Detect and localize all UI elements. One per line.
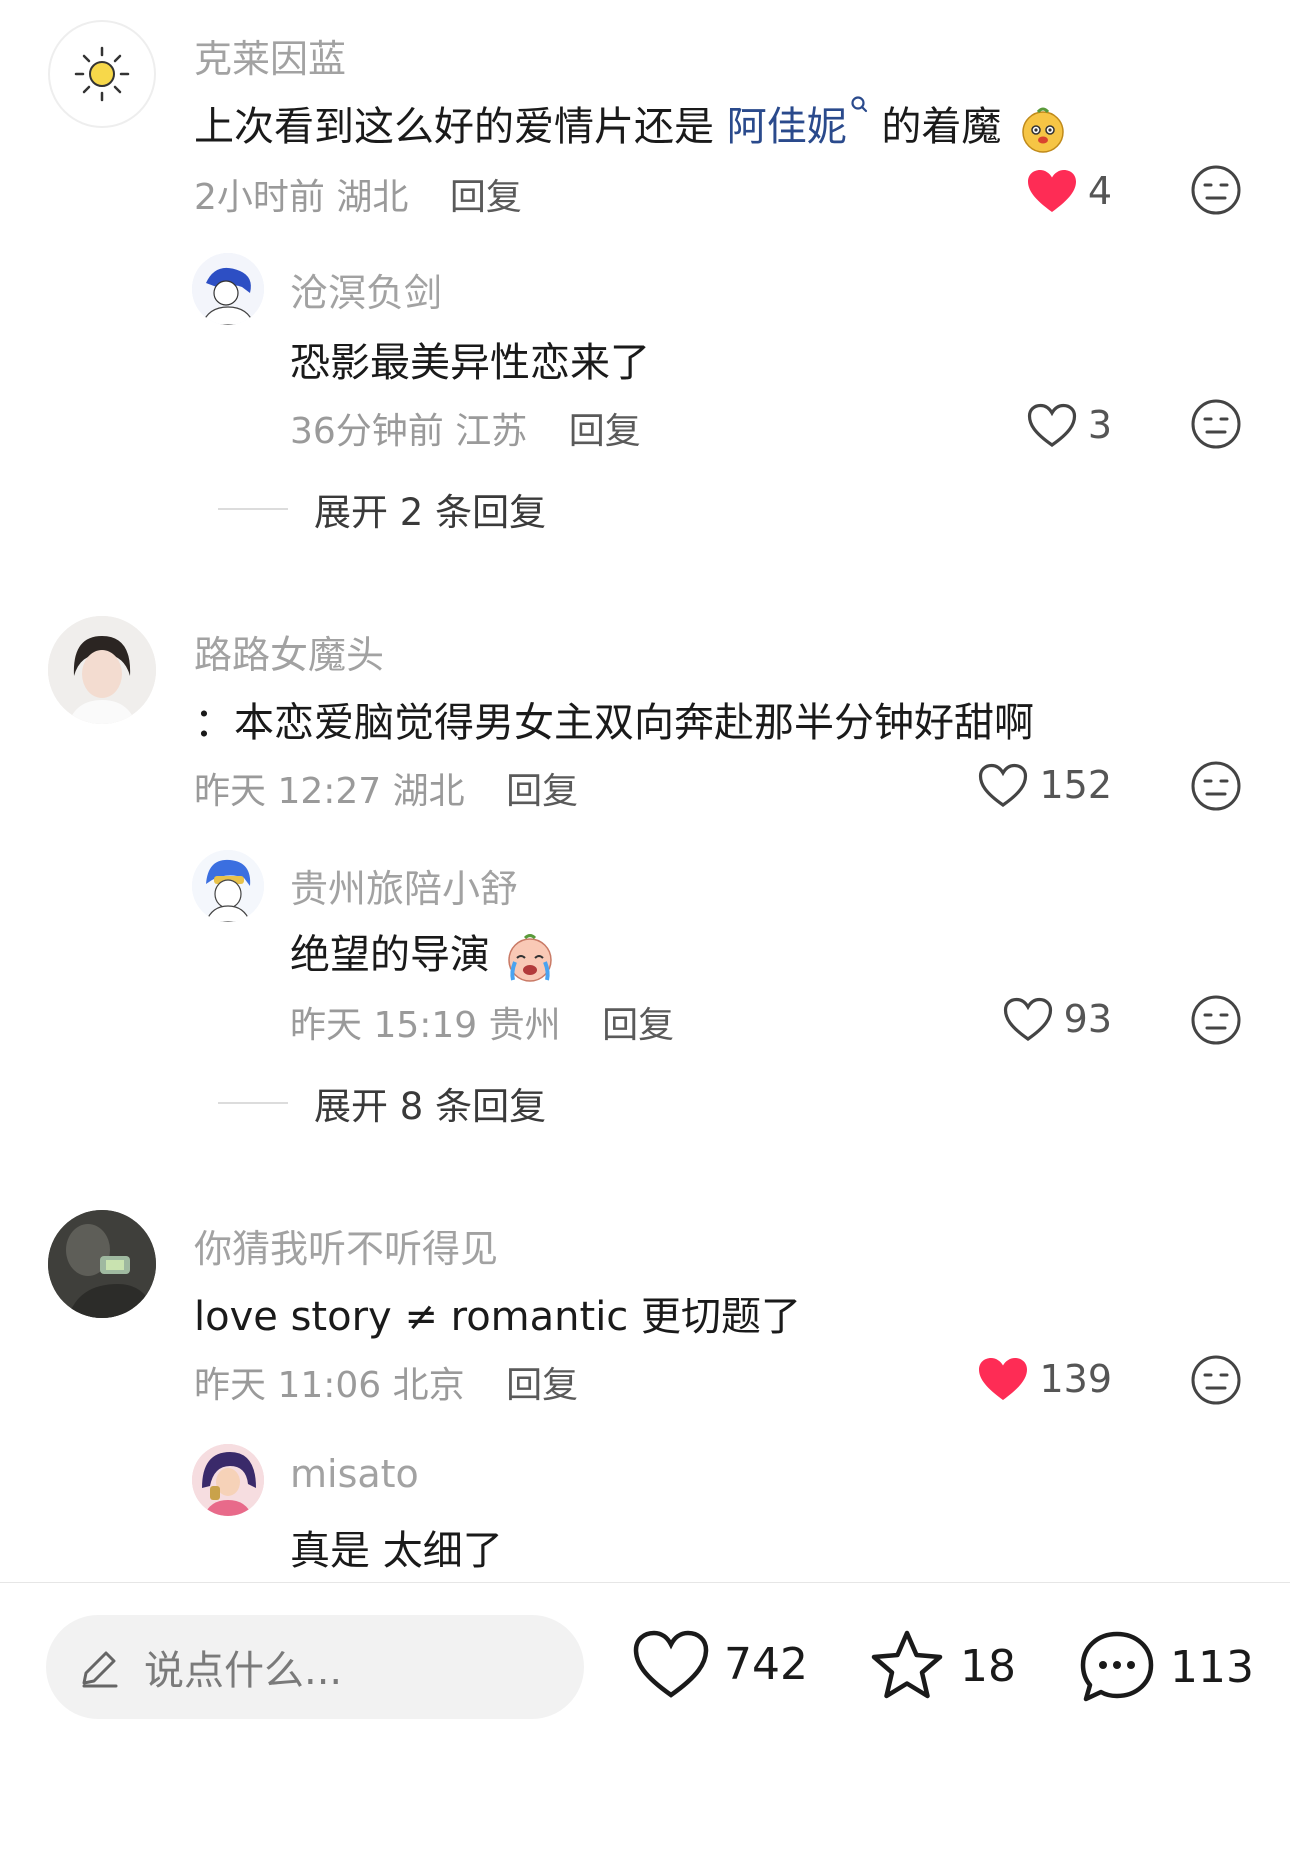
avatar[interactable] xyxy=(192,1444,264,1516)
avatar[interactable] xyxy=(48,1210,156,1318)
emoji-face-icon xyxy=(1022,107,1064,153)
crying-emoji-icon xyxy=(507,934,552,982)
comment-meta: 昨天 11:06 北京 回复 xyxy=(194,1356,578,1408)
heart-filled-icon xyxy=(979,1358,1028,1400)
reply-button[interactable]: 回复 xyxy=(450,177,522,218)
like-count: 3 xyxy=(1087,403,1112,447)
comment-text-post: 的着魔 xyxy=(868,104,1002,150)
reply-location: 江苏 xyxy=(455,411,528,452)
reply-text: 恐影最美异性恋来了 xyxy=(290,340,650,386)
comment-time: 2小时前 xyxy=(194,177,325,218)
expand-replies-button[interactable]: 展开 8 条回复 xyxy=(218,1076,546,1130)
like-count: 152 xyxy=(1039,763,1112,807)
avatar-illustration xyxy=(192,253,264,325)
favorite-button[interactable]: 18 xyxy=(868,1629,1016,1703)
comment-meta: 2小时前 湖北 回复 xyxy=(194,168,522,220)
comment-input[interactable]: 说点什么... xyxy=(46,1615,584,1719)
comment-location: 湖北 xyxy=(336,177,409,218)
comments-button[interactable]: 113 xyxy=(1078,1629,1254,1705)
divider-line xyxy=(218,508,288,510)
reply-text: 真是 太细了 xyxy=(290,1528,503,1574)
reply-time: 昨天 15:19 xyxy=(290,1005,478,1046)
like-count: 139 xyxy=(1039,1357,1112,1401)
favorite-count: 18 xyxy=(960,1640,1016,1692)
comment-time: 昨天 11:06 xyxy=(194,1365,382,1406)
like-button[interactable]: 152 xyxy=(977,762,1112,808)
heart-outline-icon xyxy=(979,763,1028,807)
dislike-face-icon[interactable] xyxy=(1190,398,1242,450)
heart-outline-icon xyxy=(633,1630,709,1698)
comment-bubble-icon xyxy=(1080,1631,1154,1702)
avatar-illustration xyxy=(192,1444,264,1516)
reply-username[interactable]: misato xyxy=(290,1452,419,1496)
like-button[interactable]: 93 xyxy=(1002,996,1112,1042)
dislike-face-icon[interactable] xyxy=(1190,994,1242,1046)
avatar[interactable] xyxy=(48,20,156,128)
reply-text-body: 绝望的导演 xyxy=(290,932,490,978)
dislike-face-icon[interactable] xyxy=(1190,164,1242,216)
reply-button[interactable]: 回复 xyxy=(569,411,641,452)
like-button[interactable]: 139 xyxy=(977,1356,1112,1402)
avatar-illustration xyxy=(192,850,264,922)
comment-text: ：本恋爱脑觉得男女主双向奔赴那半分钟好甜啊 xyxy=(194,700,1034,746)
reply-text: 绝望的导演 xyxy=(290,922,557,984)
comment-location: 北京 xyxy=(392,1365,465,1406)
reply-location: 贵州 xyxy=(488,1005,561,1046)
reply-button[interactable]: 回复 xyxy=(602,1005,674,1046)
comment-username[interactable]: 你猜我听不听得见 xyxy=(194,1218,498,1273)
expand-replies-label: 展开 8 条回复 xyxy=(314,1085,547,1128)
pencil-icon xyxy=(82,1651,118,1688)
reply-time: 36分钟前 xyxy=(290,411,444,452)
like-button[interactable]: 3 xyxy=(1026,402,1112,448)
like-video-button[interactable]: 742 xyxy=(632,1629,808,1699)
heart-outline-icon xyxy=(1003,997,1052,1041)
mention-label: 阿佳妮 xyxy=(726,104,847,150)
like-count: 4 xyxy=(1087,169,1112,213)
heart-outline-icon xyxy=(1027,403,1076,447)
comment-text: 上次看到这么好的爱情片还是 阿佳妮 的着魔 xyxy=(194,94,1068,154)
like-count: 93 xyxy=(1063,997,1112,1041)
avatar[interactable] xyxy=(48,616,156,724)
reply-meta: 36分钟前 江苏 回复 xyxy=(290,402,641,454)
heart-filled-icon xyxy=(1027,170,1076,212)
expand-replies-button[interactable]: 展开 2 条回复 xyxy=(218,482,546,536)
comment-count: 113 xyxy=(1170,1641,1254,1693)
comment-location: 湖北 xyxy=(392,771,465,812)
movie-mention-link[interactable]: 阿佳妮 xyxy=(726,96,869,150)
dislike-face-icon[interactable] xyxy=(1190,1354,1242,1406)
star-outline-icon xyxy=(871,1630,943,1699)
search-icon xyxy=(851,96,867,113)
avatar[interactable] xyxy=(192,253,264,325)
bottom-bar: 说点什么... 742 18 113 xyxy=(0,1583,1290,1852)
reply-username[interactable]: 沧溟负剑 xyxy=(290,262,442,317)
comment-text: love story ≠ romantic 更切题了 xyxy=(194,1294,802,1340)
reply-username[interactable]: 贵州旅陪小舒 xyxy=(290,858,518,913)
like-button[interactable]: 4 xyxy=(1026,168,1112,214)
reply-button[interactable]: 回复 xyxy=(506,1365,578,1406)
sun-icon xyxy=(74,46,130,102)
comment-text-pre: 上次看到这么好的爱情片还是 xyxy=(194,104,727,150)
reply-button[interactable]: 回复 xyxy=(506,771,578,812)
avatar-photo xyxy=(48,616,156,724)
dislike-face-icon[interactable] xyxy=(1190,760,1242,812)
avatar[interactable] xyxy=(192,850,264,922)
comment-username[interactable]: 克莱因蓝 xyxy=(194,28,346,83)
comment-username[interactable]: 路路女魔头 xyxy=(194,624,384,679)
comment-time: 昨天 12:27 xyxy=(194,771,382,812)
reply-meta: 昨天 15:19 贵州 回复 xyxy=(290,996,674,1048)
comment-meta: 昨天 12:27 湖北 回复 xyxy=(194,762,578,814)
avatar-photo xyxy=(48,1210,156,1318)
like-video-count: 742 xyxy=(724,1638,808,1690)
comment-input-placeholder: 说点什么... xyxy=(144,1648,343,1694)
expand-replies-label: 展开 2 条回复 xyxy=(314,491,547,534)
divider-line xyxy=(218,1102,288,1104)
